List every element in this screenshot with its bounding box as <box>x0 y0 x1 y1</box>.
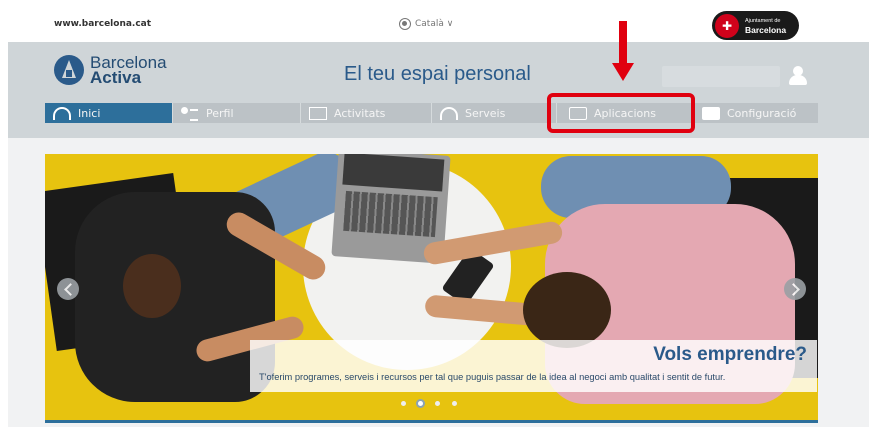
city-seal-icon: ✚ <box>715 13 739 38</box>
nav-item-serveis[interactable]: Serveis <box>432 103 557 123</box>
activa-logo-icon <box>54 55 84 85</box>
hero-divider <box>45 420 818 423</box>
ajuntament-logo[interactable]: ✚ Ajuntament de Barcelona <box>712 11 799 40</box>
carousel-dot[interactable] <box>452 401 457 406</box>
headset-icon <box>440 106 458 120</box>
nav-item-label: Inici <box>78 106 101 120</box>
user-avatar-icon[interactable] <box>788 65 808 85</box>
nav-item-label: Configuració <box>727 106 797 120</box>
nav-item-label: Serveis <box>465 106 506 120</box>
carousel-dots <box>401 401 457 406</box>
top-bar: www.barcelona.cat Català ∨ ✚ Ajuntament … <box>0 0 877 42</box>
red-highlight-box <box>547 93 695 133</box>
hero-title: Vols emprendre? <box>653 344 807 365</box>
nav-item-label: Activitats <box>334 106 386 120</box>
site-header: Barcelona Activa El teu espai personal <box>8 42 869 138</box>
red-arrow-annotation <box>612 21 634 83</box>
carousel-dot-active[interactable] <box>418 401 423 406</box>
language-label: Català ∨ <box>415 19 454 29</box>
carousel-next-icon[interactable] <box>784 278 806 300</box>
hero-caption[interactable]: Vols emprendre? T'oferim programes, serv… <box>250 340 817 392</box>
barcelona-activa-logo[interactable]: Barcelona Activa <box>54 54 167 87</box>
page-title: El teu espai personal <box>344 63 531 85</box>
person-icon <box>181 106 199 121</box>
nav-item-perfil[interactable]: Perfil <box>173 103 301 123</box>
carousel-dot[interactable] <box>401 401 406 406</box>
hero-carousel[interactable]: Vols emprendre? T'oferim programes, serv… <box>45 154 818 420</box>
nav-item-activitats[interactable]: Activitats <box>301 103 432 123</box>
site-url-link[interactable]: www.barcelona.cat <box>54 19 151 29</box>
nav-item-inici[interactable]: Inici <box>45 103 173 123</box>
city-logo-big-text: Barcelona <box>745 25 787 35</box>
city-logo-small-text: Ajuntament de <box>745 18 781 24</box>
nav-item-configuracio[interactable]: Configuració <box>694 103 818 123</box>
language-selector[interactable]: Català ∨ <box>399 18 453 30</box>
main-nav: Inici Perfil Activitats Serveis Aplicaci… <box>45 103 818 123</box>
calendar-icon <box>309 106 327 120</box>
brand-name-line2: Activa <box>90 68 142 87</box>
gauge-icon <box>53 106 71 120</box>
hero-text: T'oferim programes, serveis i recursos p… <box>259 372 726 382</box>
config-icon <box>702 106 720 120</box>
carousel-dot[interactable] <box>435 401 440 406</box>
globe-icon <box>399 18 411 30</box>
nav-item-label: Perfil <box>206 106 234 120</box>
carousel-prev-icon[interactable] <box>57 278 79 300</box>
user-name-box[interactable] <box>662 66 780 87</box>
